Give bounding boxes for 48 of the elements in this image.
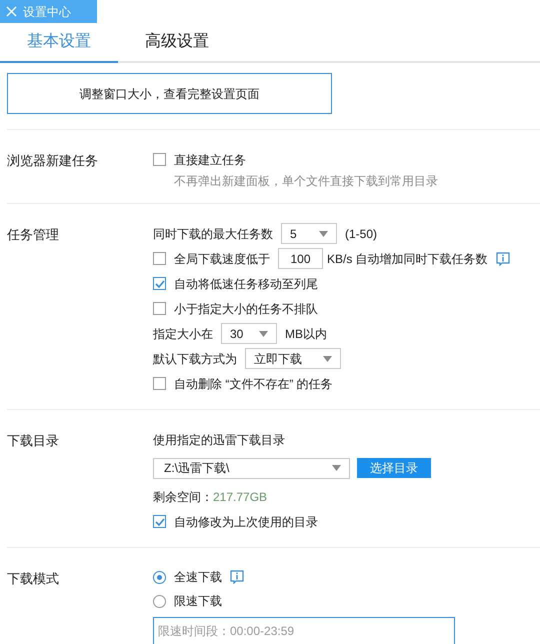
radio-label: 全速下载 — [174, 569, 222, 586]
checkbox-label: 小于指定大小的任务不排队 — [174, 300, 318, 318]
section-label: 下载目录 — [7, 433, 59, 448]
checkbox-label: 自动修改为上次使用的目录 — [174, 514, 318, 530]
radio-button[interactable] — [153, 594, 166, 608]
directory-dropdown[interactable]: Z:\迅雷下载\ — [153, 458, 350, 478]
setting-label: 同时下载的最大任务数 — [153, 226, 273, 242]
checkbox-label: 直接建立任务 — [174, 152, 246, 168]
radio-button[interactable] — [153, 570, 166, 584]
checkbox-label: 自动删除 “文件不存在” 的任务 — [174, 376, 333, 392]
checkbox[interactable] — [153, 377, 166, 390]
setting-label: 使用指定的迅雷下载目录 — [153, 432, 285, 448]
free-space-value: 217.77GB — [213, 488, 268, 506]
caret-icon — [332, 465, 341, 471]
setting-suffix: MB以内 — [285, 326, 327, 342]
info-icon[interactable] — [496, 252, 510, 266]
checkbox[interactable] — [153, 515, 166, 528]
checkbox-label: 全局下载速度低于 — [174, 250, 270, 268]
check-icon — [154, 278, 164, 288]
caret-icon — [259, 330, 268, 336]
tab[interactable]: 高级设置 — [118, 23, 236, 63]
input-field[interactable]: 限速时间段：00:00-23:59 — [153, 617, 455, 644]
checkbox[interactable] — [153, 252, 166, 265]
checkbox[interactable] — [153, 277, 166, 290]
window-title: 设置中心 — [23, 4, 71, 20]
caret-icon — [319, 230, 328, 236]
caret-icon — [323, 356, 332, 362]
dropdown[interactable]: 立即下载 — [245, 348, 341, 369]
dropdown[interactable]: 30 — [221, 323, 277, 344]
checkbox[interactable] — [153, 153, 166, 166]
checkbox[interactable] — [153, 302, 166, 315]
checkbox-hint: 不再弹出新建面板，单个文件直接下载到常用目录 — [174, 173, 438, 190]
free-space-label: 剩余空间： — [153, 488, 213, 506]
setting-suffix: KB/s 自动增加同时下载任务数 — [327, 250, 488, 268]
dropdown[interactable]: 5 — [281, 223, 337, 244]
section-label: 下载模式 — [7, 571, 59, 586]
setting-label: 指定大小在 — [153, 326, 213, 342]
speed-field[interactable]: 100 — [278, 248, 323, 269]
section-label: 任务管理 — [7, 227, 59, 242]
info-icon[interactable] — [230, 570, 244, 584]
close-icon[interactable] — [6, 6, 17, 17]
section-label: 浏览器新建任务 — [7, 153, 98, 168]
setting-suffix: (1-50) — [345, 226, 378, 242]
check-icon — [154, 516, 164, 526]
checkbox-label: 自动将低速任务移动至列尾 — [174, 276, 318, 292]
setting-label: 默认下载方式为 — [153, 350, 237, 368]
resize-window-button[interactable]: 调整窗口大小，查看完整设置页面 — [7, 73, 332, 114]
radio-label: 限速下载 — [174, 593, 222, 610]
